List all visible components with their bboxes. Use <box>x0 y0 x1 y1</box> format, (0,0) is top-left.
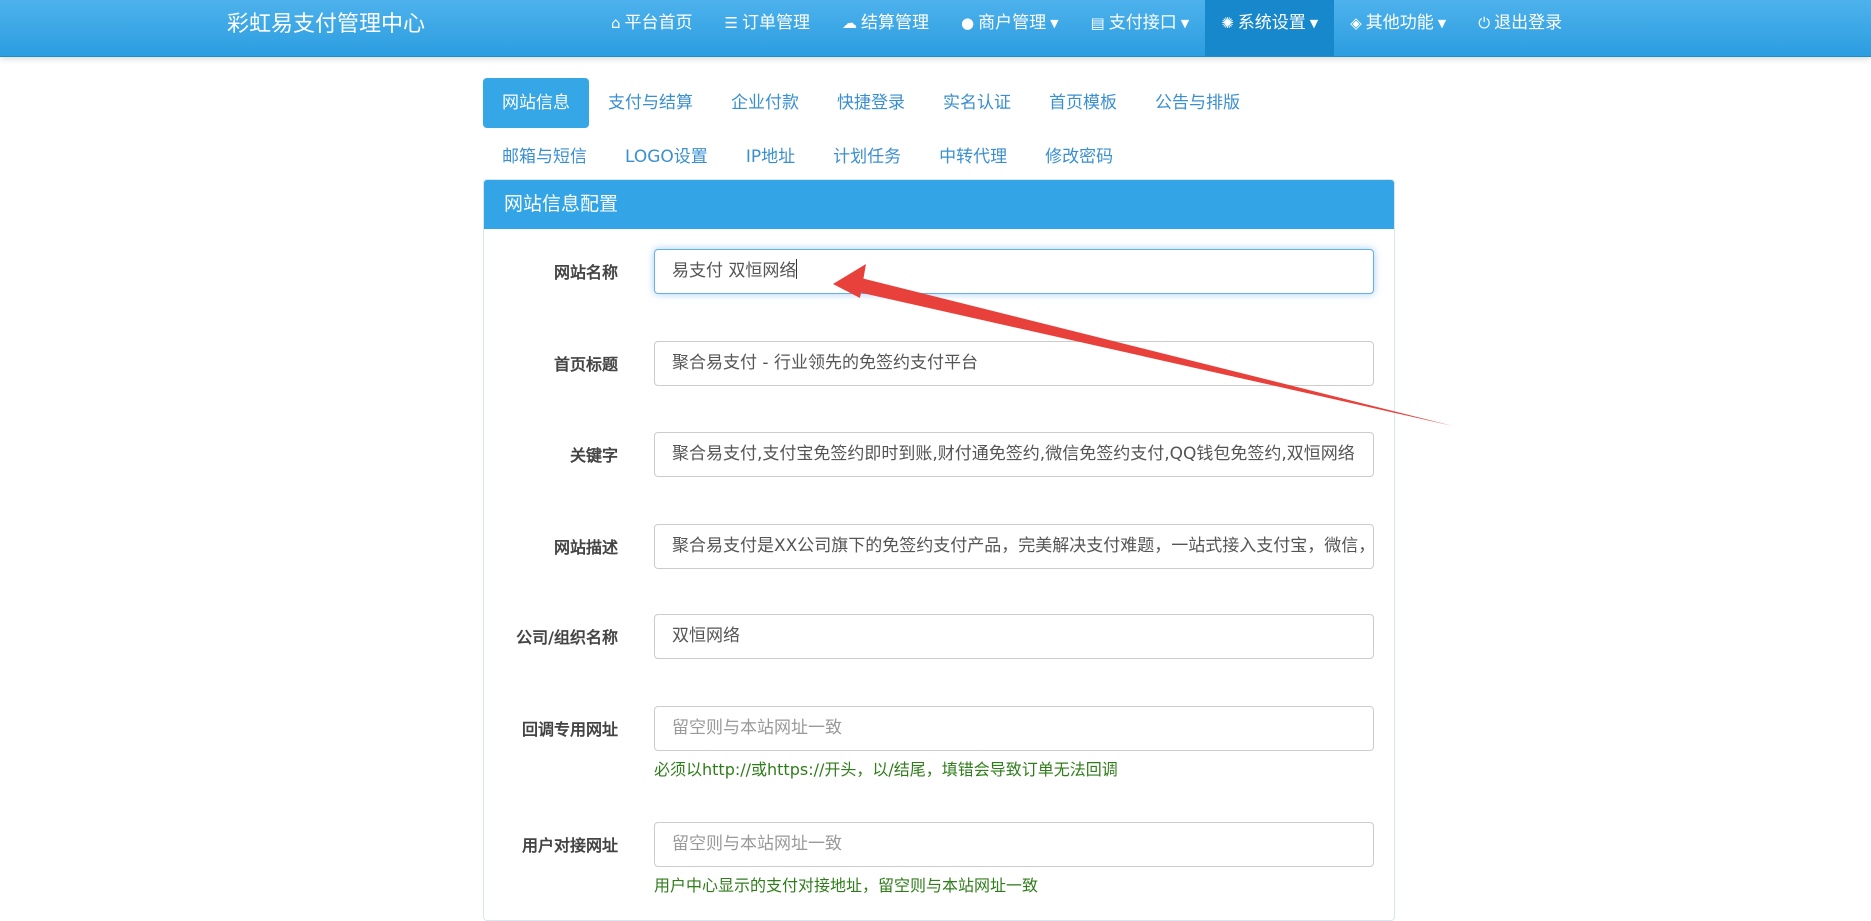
field-input[interactable]: 聚合易支付,支付宝免签约即时到账,财付通免签约,微信免签约支付,QQ钱包免签约,… <box>654 432 1374 477</box>
field-input[interactable]: 聚合易支付是XX公司旗下的免签约支付产品，完美解决支付难题，一站式接入支付宝，微… <box>654 524 1374 569</box>
tab-1[interactable]: 支付与结算 <box>589 78 712 128</box>
caret-down-icon: ▼ <box>1437 17 1447 30</box>
input-value: 双恒网络 <box>672 626 740 646</box>
field-label: 网站名称 <box>553 263 618 282</box>
cube-icon: ◈ <box>1350 14 1362 32</box>
top-navbar: 彩虹易支付管理中心 ⌂ 平台首页 ☰ 订单管理 ☁ 结算管理 ● 商户管理 ▼ ▤ 支付接口 ▼ ✺ 系统… <box>0 0 1871 57</box>
home-icon: ⌂ <box>611 14 621 32</box>
caret-down-icon: ▼ <box>1050 17 1059 30</box>
tab-8[interactable]: LOGO设置 <box>606 132 727 182</box>
cloud-icon: ☁ <box>841 14 857 32</box>
tab-2[interactable]: 企业付款 <box>712 78 818 128</box>
nav-item-2[interactable]: ☁ 结算管理 <box>826 0 945 56</box>
main-nav: ⌂ 平台首页 ☰ 订单管理 ☁ 结算管理 ● 商户管理 ▼ ▤ 支付接口 ▼ ✺ 系统设置 ▼ ◈ 其他功能 ▼ ⏻… <box>595 0 1578 56</box>
nav-item-1[interactable]: ☰ 订单管理 <box>709 0 826 56</box>
nav-item-0[interactable]: ⌂ 平台首页 <box>595 0 709 56</box>
field-label: 回调专用网址 <box>521 720 618 739</box>
nav-item-4[interactable]: ▤ 支付接口 ▼ <box>1075 0 1206 56</box>
tab-10[interactable]: 计划任务 <box>814 132 920 182</box>
field-label: 关键字 <box>569 446 618 465</box>
tab-3[interactable]: 快捷登录 <box>818 78 924 128</box>
tab-9[interactable]: IP地址 <box>727 132 814 182</box>
field-label: 公司/组织名称 <box>516 628 618 647</box>
nav-label: 支付接口 <box>1108 13 1177 33</box>
field-input[interactable]: 留空则与本站网址一致 <box>654 822 1374 867</box>
tab-0[interactable]: 网站信息 <box>483 78 589 128</box>
brand-title[interactable]: 彩虹易支付管理中心 <box>227 0 425 56</box>
tab-11[interactable]: 中转代理 <box>920 132 1026 182</box>
input-value: 易支付 双恒网络 <box>672 261 797 281</box>
site-info-panel: 网站信息配置 网站名称 易支付 双恒网络首页标题 聚合易支付 - 行业领先的免签… <box>483 179 1395 921</box>
list-icon: ☰ <box>724 14 738 32</box>
nav-label: 平台首页 <box>624 13 693 33</box>
nav-label: 订单管理 <box>741 13 810 33</box>
nav-label: 退出登录 <box>1494 13 1563 33</box>
input-value: 聚合易支付是XX公司旗下的免签约支付产品，完美解决支付难题，一站式接入支付宝，微… <box>672 536 1374 556</box>
caret-down-icon: ▼ <box>1180 17 1190 30</box>
nav-item-6[interactable]: ◈ 其他功能 ▼ <box>1334 0 1462 56</box>
user-icon: ● <box>960 14 975 32</box>
field-input[interactable]: 双恒网络 <box>654 614 1374 659</box>
credit-card-icon: ▤ <box>1090 14 1105 32</box>
input-value: 聚合易支付 - 行业领先的免签约支付平台 <box>672 353 978 373</box>
tab-5[interactable]: 首页模板 <box>1030 78 1136 128</box>
input-placeholder: 留空则与本站网址一致 <box>672 834 842 854</box>
panel-title: 网站信息配置 <box>484 180 1394 229</box>
tab-7[interactable]: 邮箱与短信 <box>483 132 606 182</box>
caret-down-icon: ▼ <box>1309 17 1319 30</box>
nav-label: 其他功能 <box>1365 13 1434 33</box>
gear-icon: ✺ <box>1221 14 1234 32</box>
text-cursor <box>796 259 798 279</box>
settings-tabs: 网站信息 支付与结算 企业付款 快捷登录 实名认证 首页模板 公告与排版邮箱与短信 LOGO设… <box>483 78 1303 182</box>
tab-6[interactable]: 公告与排版 <box>1136 78 1259 128</box>
field-label: 首页标题 <box>553 355 618 374</box>
power-icon: ⏻ <box>1478 14 1491 32</box>
field-help: 用户中心显示的支付对接地址，留空则与本站网址一致 <box>654 876 1039 895</box>
nav-label: 商户管理 <box>978 13 1047 33</box>
field-label: 网站描述 <box>553 538 618 557</box>
tab-12[interactable]: 修改密码 <box>1026 132 1132 182</box>
input-value: 聚合易支付,支付宝免签约即时到账,财付通免签约,微信免签约支付,QQ钱包免签约,… <box>672 444 1355 464</box>
field-help: 必须以http://或https://开头，以/结尾，填错会导致订单无法回调 <box>654 760 1118 779</box>
input-placeholder: 留空则与本站网址一致 <box>672 718 842 738</box>
tab-4[interactable]: 实名认证 <box>924 78 1030 128</box>
field-input[interactable]: 易支付 双恒网络 <box>654 249 1374 294</box>
nav-label: 系统设置 <box>1237 13 1306 33</box>
field-input[interactable]: 聚合易支付 - 行业领先的免签约支付平台 <box>654 341 1374 386</box>
nav-item-3[interactable]: ● 商户管理 ▼ <box>945 0 1075 56</box>
nav-item-7[interactable]: ⏻ 退出登录 <box>1462 0 1578 56</box>
nav-item-5[interactable]: ✺ 系统设置 ▼ <box>1205 0 1335 56</box>
field-input[interactable]: 留空则与本站网址一致 <box>654 706 1374 751</box>
nav-label: 结算管理 <box>860 13 929 33</box>
field-label: 用户对接网址 <box>521 836 618 855</box>
